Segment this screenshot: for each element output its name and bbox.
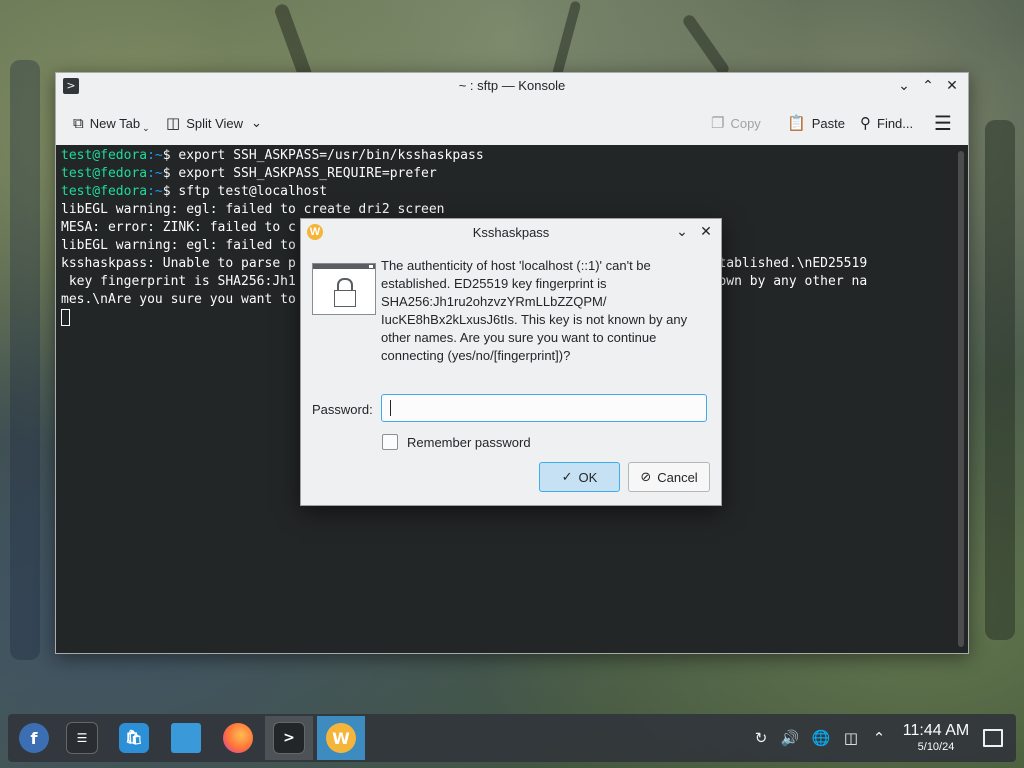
remember-password-label: Remember password (407, 434, 531, 450)
paste-button[interactable]: 📋 Paste (787, 112, 845, 134)
minimize-icon[interactable]: ⌄ (672, 222, 692, 242)
paste-icon: 📋 (787, 114, 806, 132)
command-text: $ sftp test@localhost (162, 184, 328, 199)
remember-password-checkbox[interactable]: Remember password (382, 434, 531, 450)
terminal-line: test@fedora:~$ export SSH_ASKPASS=/usr/b… (61, 147, 951, 165)
new-tab-dropdown-icon: ⌄ (142, 122, 150, 133)
wallpaper-trunk (985, 120, 1015, 640)
firefox-icon (223, 723, 253, 753)
terminal-line: libEGL warning: egl: failed to create dr… (61, 201, 951, 219)
maximize-icon[interactable]: ⌃ (918, 76, 938, 96)
taskbar-panel: f ☰ 🛍 > W ↻ 🔊 🌐 ◫ ⌃ 11:44 AM 5/10/24 (8, 714, 1016, 762)
taskbar-firefox[interactable] (214, 716, 262, 760)
dialog-title: Ksshaskpass (472, 225, 550, 240)
clock-time[interactable]: 11:44 AM (896, 722, 976, 740)
tray-expand-icon[interactable]: ⌃ (869, 728, 889, 748)
terminal-scrollbar[interactable] (958, 151, 964, 647)
konsole-titlebar[interactable]: > ~ : sftp — Konsole ⌄ ⌃ ✕ (56, 73, 968, 100)
system-settings-icon: ☰ (66, 722, 98, 754)
output-text: libEGL warning: egl: failed to create dr… (61, 202, 445, 217)
wallpaper-trunk (10, 60, 40, 660)
find-label: Find... (877, 115, 914, 131)
prompt-path: :~ (147, 148, 163, 163)
password-input[interactable] (381, 394, 707, 422)
prompt-user: test@fedora (61, 166, 148, 181)
desktop-wallpaper: > ~ : sftp — Konsole ⌄ ⌃ ✕ ⧉ New Tab ⌄ ◫… (0, 0, 1024, 768)
taskbar-discover[interactable]: 🛍 (110, 716, 158, 760)
dolphin-files-icon (171, 723, 201, 753)
hamburger-menu-button[interactable]: ☰ (934, 111, 952, 135)
clock-date[interactable]: 5/10/24 (896, 741, 976, 753)
search-icon: ⚲ (860, 114, 871, 132)
dialog-message: The authenticity of host 'localhost (::1… (381, 258, 688, 363)
konsole-toolbar: ⧉ New Tab ⌄ ◫ Split View ⌄ ❐ Copy 📋 Past… (56, 100, 968, 145)
new-tab-label: New Tab (89, 115, 141, 131)
checkbox-box[interactable] (382, 434, 398, 450)
taskbar-konsole[interactable]: > (265, 716, 313, 760)
find-button[interactable]: ⚲ Find... (860, 112, 913, 134)
fedora-launcher-icon: f (19, 723, 49, 753)
cancel-icon: ⊘ (640, 469, 652, 485)
taskbar-dolphin[interactable] (162, 716, 210, 760)
taskbar-ksshaskpass[interactable]: W (317, 716, 365, 760)
close-icon[interactable]: ✕ (696, 222, 716, 242)
taskbar-system-settings[interactable]: ☰ (58, 716, 106, 760)
konsole-icon: > (273, 722, 305, 754)
show-desktop-icon[interactable] (983, 729, 1003, 747)
window-title: ~ : sftp — Konsole (458, 78, 566, 93)
prompt-user: test@fedora (61, 184, 148, 199)
copy-button[interactable]: ❐ Copy (711, 112, 761, 134)
command-text: $ export SSH_ASKPASS=/usr/bin/ksshaskpas… (162, 148, 484, 163)
password-label: Password: (312, 402, 373, 417)
cancel-button[interactable]: ⊘ Cancel (628, 462, 710, 492)
hamburger-menu-icon: ☰ (934, 111, 952, 135)
network-wired-icon[interactable]: ◫ (841, 728, 861, 748)
ok-label: OK (578, 469, 598, 485)
prompt-path: :~ (147, 184, 163, 199)
prompt-path: :~ (147, 166, 163, 181)
checkmark-icon: ✓ (561, 469, 573, 485)
copy-icon: ❐ (711, 114, 725, 132)
minimize-icon[interactable]: ⌄ (894, 76, 914, 96)
output-text: libEGL warning: egl: failed to (61, 238, 296, 253)
discover-store-icon: 🛍 (119, 723, 149, 753)
split-view-icon: ◫ (166, 114, 181, 132)
output-text: mes.\nAre you sure you want to (61, 292, 296, 307)
chevron-down-icon: ⌄ (251, 115, 262, 130)
prompt-user: test@fedora (61, 148, 148, 163)
updates-icon[interactable]: ↻ (751, 728, 771, 748)
ksshaskpass-icon: W (326, 723, 356, 753)
close-icon[interactable]: ✕ (942, 76, 962, 96)
terminal-line: test@fedora:~$ sftp test@localhost (61, 183, 951, 201)
cancel-label: Cancel (657, 469, 698, 485)
new-tab-button[interactable]: ⧉ New Tab ⌄ (73, 112, 150, 134)
network-globe-icon[interactable]: 🌐 (811, 728, 831, 748)
text-caret (390, 400, 391, 416)
ok-button[interactable]: ✓ OK (539, 462, 620, 492)
lock-icon (312, 263, 376, 315)
split-view-button[interactable]: ◫ Split View ⌄ (166, 112, 262, 134)
paste-label: Paste (811, 115, 845, 131)
ksshaskpass-dialog[interactable]: W Ksshaskpass ⌄ ✕ The authenticity of ho… (300, 218, 722, 506)
application-launcher-button[interactable]: f (10, 716, 58, 760)
output-text: MESA: error: ZINK: failed to c (61, 220, 296, 235)
terminal-line: test@fedora:~$ export SSH_ASKPASS_REQUIR… (61, 165, 951, 183)
volume-icon[interactable]: 🔊 (780, 728, 800, 748)
terminal-cursor (61, 309, 70, 326)
dialog-titlebar[interactable]: W Ksshaskpass ⌄ ✕ (301, 219, 721, 246)
wallpaper-branch (681, 12, 731, 78)
split-view-label: Split View (186, 115, 244, 131)
command-text: $ export SSH_ASKPASS_REQUIRE=prefer (162, 166, 437, 181)
copy-label: Copy (730, 115, 761, 131)
new-tab-icon: ⧉ (73, 114, 84, 132)
